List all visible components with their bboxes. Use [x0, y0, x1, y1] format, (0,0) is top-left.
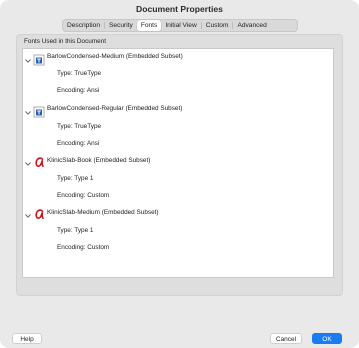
font-encoding: Encoding: Custom — [57, 192, 110, 199]
document-properties-dialog: Document Properties Description Security… — [0, 0, 359, 348]
font-encoding: Encoding: Ansi — [57, 140, 100, 147]
font-encoding: Encoding: Custom — [57, 244, 110, 251]
tab-initial-view[interactable]: Initial View — [161, 20, 200, 31]
tab-bar: Description Security Fonts Initial View … — [62, 19, 298, 32]
tab-custom[interactable]: Custom — [202, 20, 233, 31]
cancel-button[interactable]: Cancel — [270, 333, 302, 344]
tab-description[interactable]: Description — [63, 20, 104, 31]
help-button[interactable]: Help — [12, 333, 42, 344]
font-item-name: BarlowCondensed-Medium (Embedded Subset) — [47, 53, 183, 60]
ok-button[interactable]: OK — [312, 333, 342, 344]
font-type: Type: TrueType — [57, 123, 102, 130]
fonts-section-label: Fonts Used in this Document — [24, 38, 107, 45]
truetype-font-icon — [33, 106, 45, 118]
tab-advanced[interactable]: Advanced — [233, 20, 270, 31]
font-type: Type: Type 1 — [57, 175, 94, 182]
font-item-name: KlinicSlab-Book (Embedded Subset) — [47, 157, 151, 164]
font-type: Type: Type 1 — [57, 227, 94, 234]
chevron-down-icon[interactable] — [24, 57, 32, 65]
tab-security[interactable]: Security — [105, 20, 137, 31]
font-item-name: KlinicSlab-Medium (Embedded Subset) — [47, 209, 159, 216]
type1-font-icon — [35, 209, 44, 219]
dialog-title: Document Properties — [136, 4, 223, 14]
chevron-down-icon[interactable] — [24, 212, 32, 220]
type1-font-icon — [35, 157, 44, 167]
truetype-font-icon — [33, 54, 45, 66]
font-type: Type: TrueType — [57, 70, 102, 77]
chevron-down-icon[interactable] — [24, 109, 32, 117]
font-item-name: BarlowCondensed-Regular (Embedded Subset… — [47, 105, 183, 112]
tab-fonts[interactable]: Fonts — [136, 20, 162, 31]
font-encoding: Encoding: Ansi — [57, 87, 100, 94]
chevron-down-icon[interactable] — [24, 160, 32, 168]
